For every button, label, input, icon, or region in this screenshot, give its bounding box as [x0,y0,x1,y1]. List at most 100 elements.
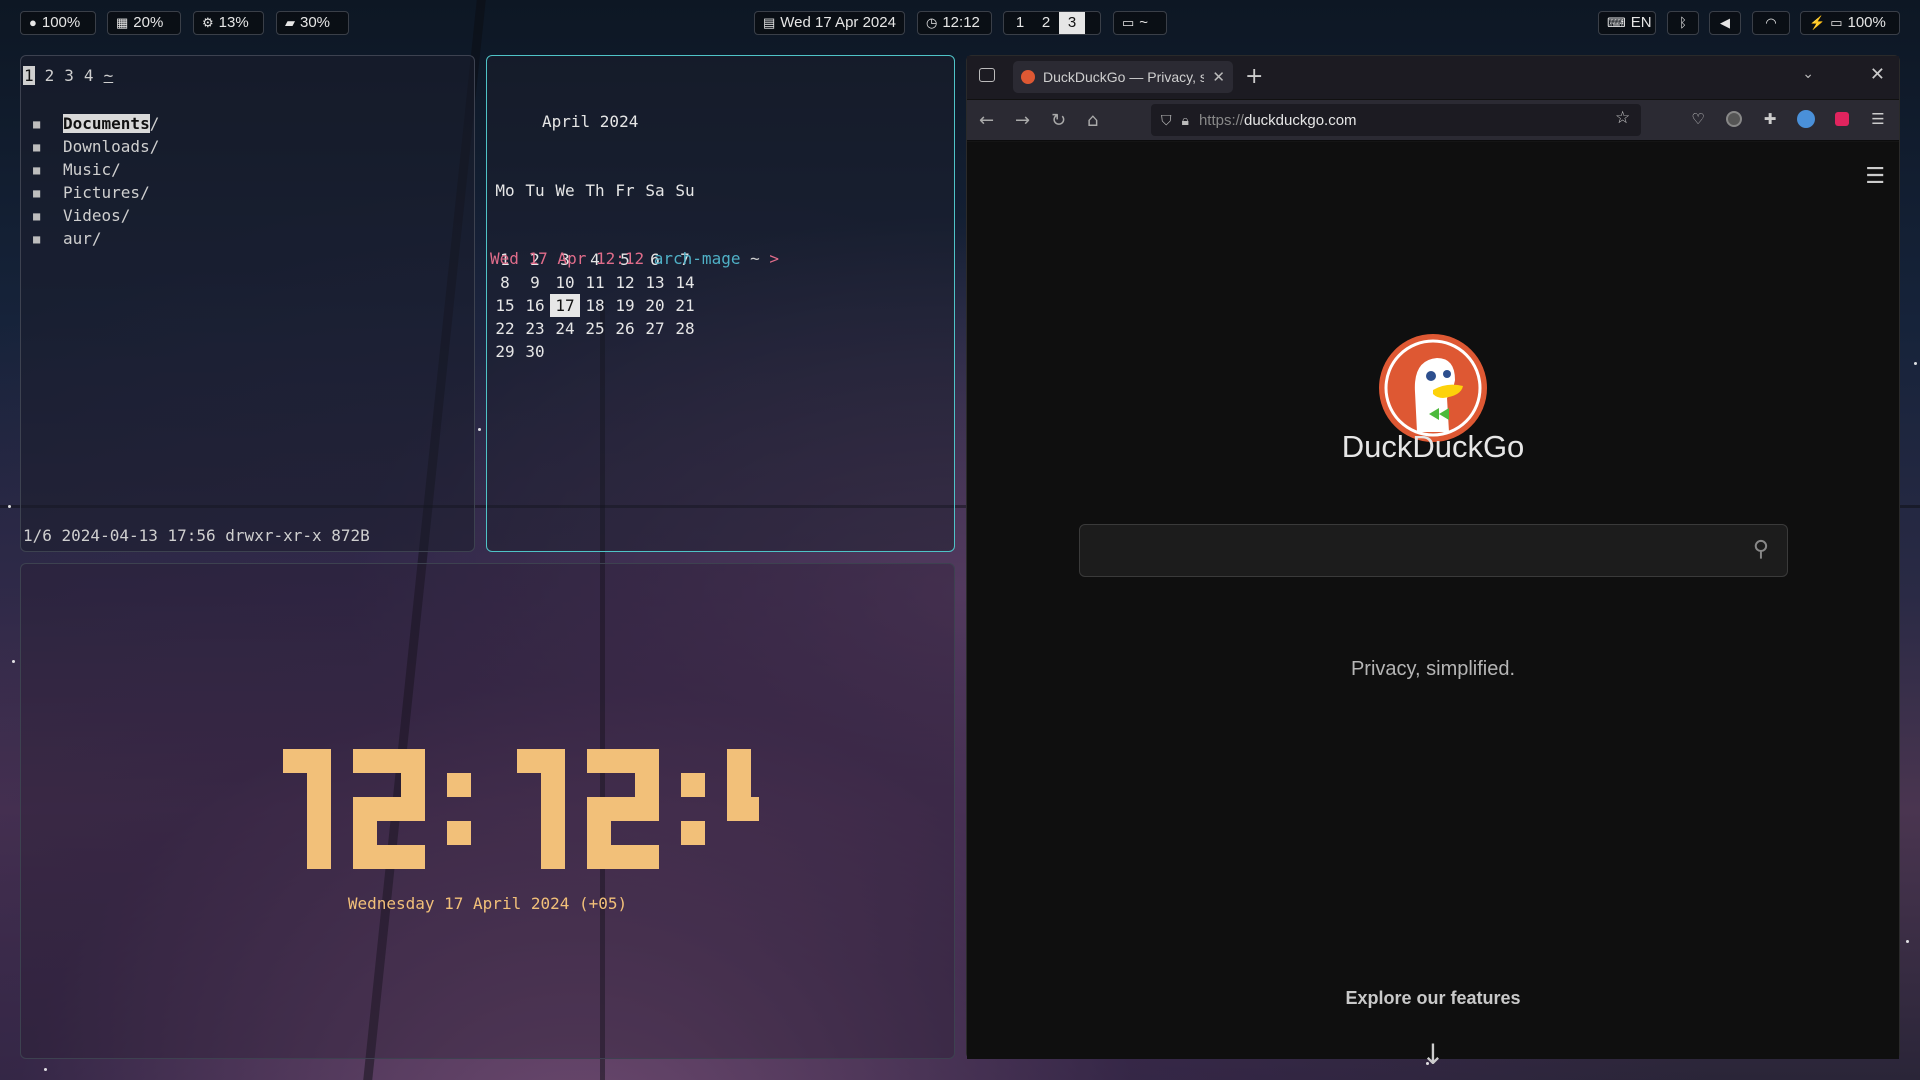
calendar-weekdays: Mo Tu We Th Fr Sa Su [490,179,700,202]
weekday-label: Su [675,181,695,200]
tab-overview-icon[interactable] [979,68,995,82]
calendar-day: 21 [675,296,695,315]
memory-value: 20% [133,14,164,31]
bluetooth-button[interactable]: ᛒ [1667,11,1699,35]
charging-icon: ⚡ [1809,15,1826,30]
digital-clock [283,749,759,869]
keyboard-layout-value: EN [1630,14,1652,31]
calendar-today: 17 [550,294,580,317]
file-manager-tabs: 1 2 3 4 ~ [23,66,113,85]
extension-blue-icon[interactable] [1795,108,1817,130]
fm-tab-4[interactable]: 4 [84,66,94,85]
list-item[interactable]: ■ Pictures/ [31,181,159,204]
window-title: ~ [1139,14,1149,31]
battery-value: 100% [1847,14,1886,31]
clock-digit [727,749,759,821]
url-bar[interactable]: ⛉ 🔒︎ https://duckduckgo.com [1151,104,1641,136]
battery-indicator[interactable]: ⚡ ▭ 100% [1800,11,1900,35]
video-folder-icon: ■ [33,208,41,223]
lock-icon[interactable]: 🔒︎ [1182,112,1189,129]
back-icon[interactable]: ← [979,110,994,131]
calendar-day: 16 [525,296,545,315]
workspace-1[interactable]: 1 [1007,12,1033,34]
volume-indicator[interactable]: ● 100% [20,11,96,35]
calendar-day: 28 [675,319,695,338]
app-menu-icon[interactable]: ☰ [1867,108,1889,130]
extensions-icon[interactable]: ✚ [1759,108,1781,130]
keyboard-layout[interactable]: ⌨ EN [1598,11,1656,35]
calendar-day: 25 [585,319,605,338]
monitor-icon: ▭ [1122,15,1135,30]
reload-icon[interactable]: ↻ [1051,110,1066,131]
time-indicator[interactable]: ◷ 12:12 [917,11,992,35]
clock-pane: Wednesday 17 April 2024 (+05) [20,563,955,1059]
list-item[interactable]: ■ Music/ [31,158,159,181]
account-avatar-icon[interactable] [1723,108,1745,130]
forward-icon[interactable]: → [1015,110,1030,131]
cpu-indicator[interactable]: ⚙ 13% [193,11,264,35]
date-indicator[interactable]: ▤ Wed 17 Apr 2024 [754,11,905,35]
list-item[interactable]: ■ Documents / [31,112,159,135]
file-status-line: 1/6 2024-04-13 17:56 drwxr-xr-x 872B [23,526,370,545]
fm-current-path: ~ [103,66,114,85]
prompt-datetime: Wed 17 Apr 12:12 [490,249,645,268]
tab-strip: DuckDuckGo — Privacy, simplified. ✕ + ⌄ … [967,56,1899,100]
clock-digit [587,749,659,869]
weekday-label: Th [585,181,605,200]
pocket-icon[interactable]: ♡ [1687,108,1709,130]
search-icon[interactable]: ⚲ [1753,537,1769,562]
prompt-host: arch-mage [653,249,741,268]
search-box: ⚲ [1079,524,1788,577]
new-tab-button[interactable]: + [1245,64,1263,89]
disk-indicator[interactable]: ▰ 30% [276,11,349,35]
list-item[interactable]: ■ aur/ [31,227,159,250]
extension-red-icon[interactable] [1831,108,1853,130]
file-name: aur/ [63,229,102,248]
calendar-day: 26 [615,319,635,338]
bluetooth-icon: ᛒ [1679,15,1687,30]
tagline: Privacy, simplified. [1350,658,1516,680]
search-input[interactable] [1094,525,1714,576]
prompt-path: ~ [750,249,760,268]
date-value: Wed 17 Apr 2024 [780,14,896,31]
calendar-icon: ▤ [763,15,776,30]
window-title-indicator[interactable]: ▭ ~ [1113,11,1167,35]
calendar-month: April 2024 [542,112,639,131]
fm-tab-2[interactable]: 2 [45,66,55,85]
calendar-day: 18 [585,296,605,315]
tracking-shield-icon[interactable]: ⛉ [1161,112,1172,129]
calendar-day: 10 [555,273,575,292]
mute-button[interactable]: ◀ [1709,11,1741,35]
hamburger-menu-icon[interactable]: ☰ [1865,164,1885,189]
bookmark-star-icon[interactable]: ☆ [1615,108,1630,128]
memory-indicator[interactable]: ▦ 20% [107,11,181,35]
cpu-icon: ⚙ [202,15,214,30]
weekday-label: Fr [615,181,635,200]
file-name: Music/ [63,160,121,179]
explore-features-link[interactable]: Explore our features [967,988,1899,1009]
fm-tab-1[interactable]: 1 [23,66,35,85]
workspace-switcher: 1 2 3 [1003,11,1101,35]
close-tab-icon[interactable]: ✕ [1212,68,1225,86]
file-name: Videos/ [63,206,131,225]
workspace-2[interactable]: 2 [1033,12,1059,34]
terminal-pane[interactable]: April 2024 Mo Tu We Th Fr Sa Su 1 2 3 4 5 6 7 8 9 10 11 1… [486,55,955,552]
folder-icon: ■ [33,116,41,131]
chevron-down-icon[interactable]: ⌄ [1802,66,1814,82]
home-icon[interactable]: ⌂ [1087,110,1098,131]
clock-digit [517,749,565,869]
list-item[interactable]: ■ Downloads/ [31,135,159,158]
site-name: DuckDuckGo [1341,429,1525,464]
clock-digit [353,749,425,869]
workspace-3[interactable]: 3 [1059,12,1085,34]
download-folder-icon: ■ [33,139,41,154]
fm-tab-3[interactable]: 3 [64,66,74,85]
file-name: Documents [63,114,150,133]
arrow-down-icon[interactable]: ↓ [967,1038,1899,1071]
list-item[interactable]: ■ Videos/ [31,204,159,227]
browser-tab[interactable]: DuckDuckGo — Privacy, simplified. ✕ [1013,61,1233,93]
close-window-icon[interactable]: ✕ [1870,64,1885,85]
pictures-folder-icon: ■ [33,185,41,200]
wifi-button[interactable]: ◠ [1752,11,1790,35]
web-page: ☰ DuckDuckGo ⚲ Privacy, simplified. Expl… [967,142,1899,1071]
